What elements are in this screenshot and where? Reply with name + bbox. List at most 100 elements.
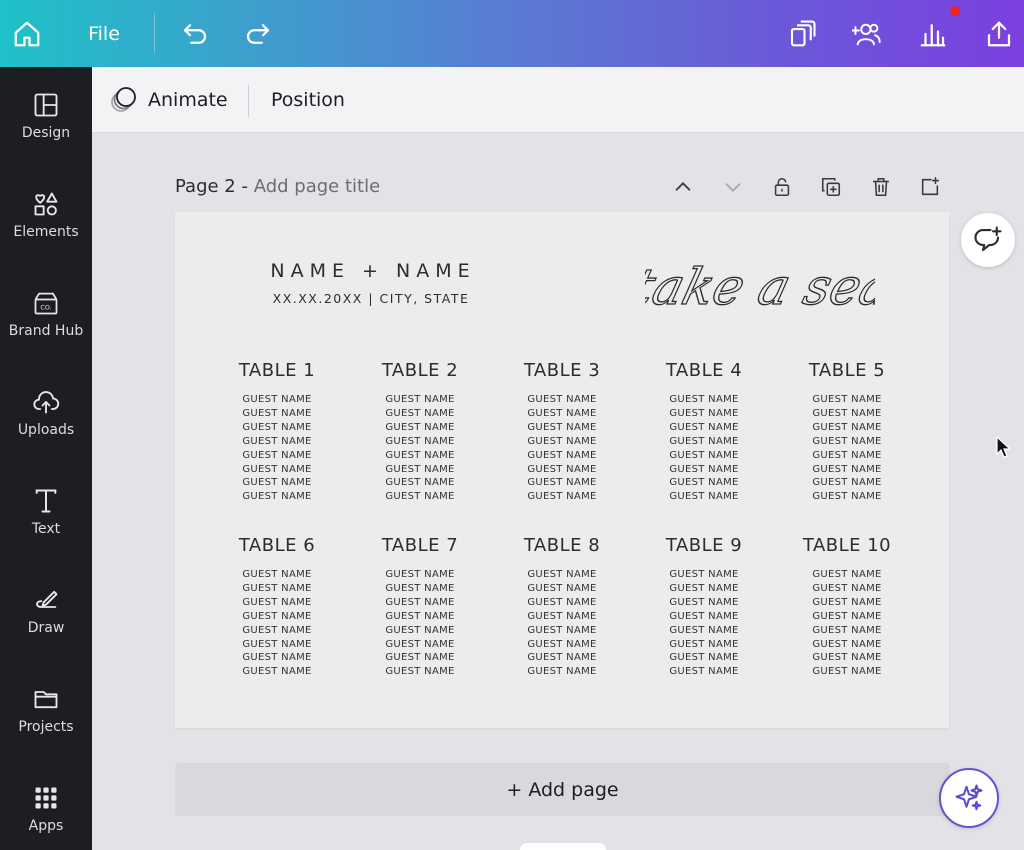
table-title: TABLE 3 bbox=[523, 360, 601, 381]
lock-page-button[interactable] bbox=[767, 172, 797, 202]
sidebar-item-elements[interactable]: Elements bbox=[0, 190, 92, 270]
guest-name: GUEST NAME bbox=[385, 407, 455, 419]
table-title: TABLE 9 bbox=[665, 535, 743, 556]
notification-dot bbox=[950, 6, 960, 16]
seating-table-block[interactable]: TABLE 6 GUEST NAME GUEST NAME GUEST NAME GUE… bbox=[217, 535, 337, 679]
add-page-icon-button[interactable] bbox=[915, 172, 945, 202]
undo-icon bbox=[183, 24, 207, 44]
seating-table-block[interactable]: TABLE 5 GUEST NAME GUEST NAME GUEST NAME GUE… bbox=[787, 360, 907, 504]
folder-icon bbox=[34, 691, 58, 709]
seating-table-block[interactable]: TABLE 2 GUEST NAME GUEST NAME GUEST NAME GUE… bbox=[360, 360, 480, 504]
guest-name: GUEST NAME bbox=[242, 624, 312, 636]
guest-name: GUEST NAME bbox=[242, 638, 312, 650]
guest-name: GUEST NAME bbox=[527, 569, 597, 580]
insights-button[interactable] bbox=[916, 14, 950, 54]
move-page-up-button[interactable] bbox=[668, 172, 698, 202]
guest-name: GUEST NAME bbox=[385, 652, 455, 664]
guest-name: GUEST NAME bbox=[669, 624, 739, 636]
guest-name: GUEST NAME bbox=[527, 421, 597, 433]
script-title-text: take a seat bbox=[645, 258, 875, 316]
sidebar-item-text[interactable]: Text bbox=[0, 487, 92, 567]
design-canvas[interactable]: NAME + NAME XX.XX.20XX | CITY, STATE tak… bbox=[175, 212, 949, 728]
sidebar-item-brand-hub[interactable]: CO. Brand Hub bbox=[0, 289, 92, 369]
chevron-down-icon bbox=[725, 183, 741, 192]
add-comment-button[interactable] bbox=[961, 213, 1015, 267]
guest-name: GUEST NAME bbox=[242, 463, 312, 475]
guest-name: GUEST NAME bbox=[812, 421, 882, 433]
guest-name: GUEST NAME bbox=[669, 463, 739, 475]
take-a-seat-script[interactable]: take a seat bbox=[645, 226, 875, 336]
table-title: TABLE 5 bbox=[808, 360, 886, 381]
guest-name: GUEST NAME bbox=[242, 666, 312, 678]
guest-name: GUEST NAME bbox=[385, 582, 455, 594]
guest-name: GUEST NAME bbox=[385, 421, 455, 433]
sidebar-item-uploads[interactable]: Uploads bbox=[0, 388, 92, 468]
table-title: TABLE 4 bbox=[665, 360, 743, 381]
guest-name: GUEST NAME bbox=[812, 596, 882, 608]
comment-plus-icon bbox=[974, 226, 1002, 252]
add-page-icon bbox=[921, 177, 940, 196]
guest-name: GUEST NAME bbox=[669, 407, 739, 419]
layout-icon bbox=[34, 93, 58, 117]
seating-table-block[interactable]: TABLE 1 GUEST NAME GUEST NAME GUEST NAME GUE… bbox=[217, 360, 337, 504]
context-toolbar: Animate Position bbox=[92, 67, 1024, 133]
seating-table-block[interactable]: TABLE 4 GUEST NAME GUEST NAME GUEST NAME GUE… bbox=[644, 360, 764, 504]
file-menu-label: File bbox=[88, 23, 120, 45]
seating-table-block[interactable]: TABLE 3 GUEST NAME GUEST NAME GUEST NAME GUE… bbox=[502, 360, 622, 504]
topbar-divider bbox=[154, 13, 155, 53]
delete-page-button[interactable] bbox=[866, 172, 896, 202]
insights-icon bbox=[920, 24, 946, 47]
add-page-button[interactable]: + Add page bbox=[175, 763, 950, 816]
sidebar-item-design[interactable]: Design bbox=[0, 91, 92, 171]
sidebar-label-text: Text bbox=[31, 521, 61, 537]
guest-name: GUEST NAME bbox=[385, 463, 455, 475]
date-location[interactable]: XX.XX.20XX | CITY, STATE bbox=[261, 291, 481, 306]
guest-name: GUEST NAME bbox=[669, 582, 739, 594]
home-button[interactable] bbox=[10, 14, 44, 54]
text-icon bbox=[35, 489, 57, 513]
seating-table-block[interactable]: TABLE 8 GUEST NAME GUEST NAME GUEST NAME GUE… bbox=[502, 535, 622, 679]
share-people-icon bbox=[852, 23, 881, 46]
seating-table-block[interactable]: TABLE 9 GUEST NAME GUEST NAME GUEST NAME GUE… bbox=[644, 535, 764, 679]
position-button[interactable]: Position bbox=[271, 83, 345, 117]
sidebar-item-projects[interactable]: Projects bbox=[0, 685, 92, 765]
guest-name: GUEST NAME bbox=[812, 394, 882, 405]
guest-name: GUEST NAME bbox=[385, 569, 455, 580]
grid-icon bbox=[35, 787, 57, 809]
sidebar-label-design: Design bbox=[21, 125, 71, 141]
seating-table-block[interactable]: TABLE 7 GUEST NAME GUEST NAME GUEST NAME GUE… bbox=[360, 535, 480, 679]
sidebar-item-draw[interactable]: Draw bbox=[0, 586, 92, 666]
duplicate-page-button[interactable] bbox=[816, 172, 846, 202]
seating-table-block[interactable]: TABLE 10 GUEST NAME GUEST NAME GUEST NAME GU… bbox=[787, 535, 907, 679]
shapes-icon bbox=[34, 192, 58, 216]
scroll-indicator[interactable] bbox=[520, 843, 606, 850]
animate-icon bbox=[111, 87, 136, 112]
table-title: TABLE 8 bbox=[523, 535, 601, 556]
guest-name: GUEST NAME bbox=[385, 610, 455, 622]
animate-button[interactable]: Animate bbox=[110, 83, 228, 117]
guest-name: GUEST NAME bbox=[385, 491, 455, 503]
trash-icon bbox=[872, 177, 890, 197]
magic-assistant-button[interactable] bbox=[939, 768, 999, 828]
file-menu-button[interactable]: File bbox=[82, 14, 126, 54]
page-title[interactable]: Page 2 - Add page title bbox=[175, 176, 380, 197]
page-title-placeholder[interactable]: Add page title bbox=[254, 176, 380, 197]
guest-name: GUEST NAME bbox=[669, 394, 739, 405]
move-page-down-button[interactable] bbox=[718, 172, 748, 202]
couple-names[interactable]: NAME + NAME bbox=[263, 260, 483, 282]
guest-name: GUEST NAME bbox=[527, 491, 597, 503]
table-title: TABLE 1 bbox=[238, 360, 316, 381]
sidebar-item-apps[interactable]: Apps bbox=[0, 784, 92, 850]
guest-name: GUEST NAME bbox=[527, 394, 597, 405]
upload-share-button[interactable] bbox=[982, 14, 1016, 54]
redo-button[interactable] bbox=[241, 14, 275, 54]
animate-label: Animate bbox=[148, 89, 228, 111]
resize-button[interactable] bbox=[785, 14, 819, 54]
guest-name: GUEST NAME bbox=[812, 407, 882, 419]
undo-button[interactable] bbox=[178, 14, 212, 54]
guest-name: GUEST NAME bbox=[242, 652, 312, 664]
guest-name: GUEST NAME bbox=[812, 610, 882, 622]
brand-icon: CO. bbox=[34, 292, 58, 315]
upload-share-icon bbox=[987, 21, 1011, 47]
share-people-button[interactable] bbox=[848, 14, 886, 54]
